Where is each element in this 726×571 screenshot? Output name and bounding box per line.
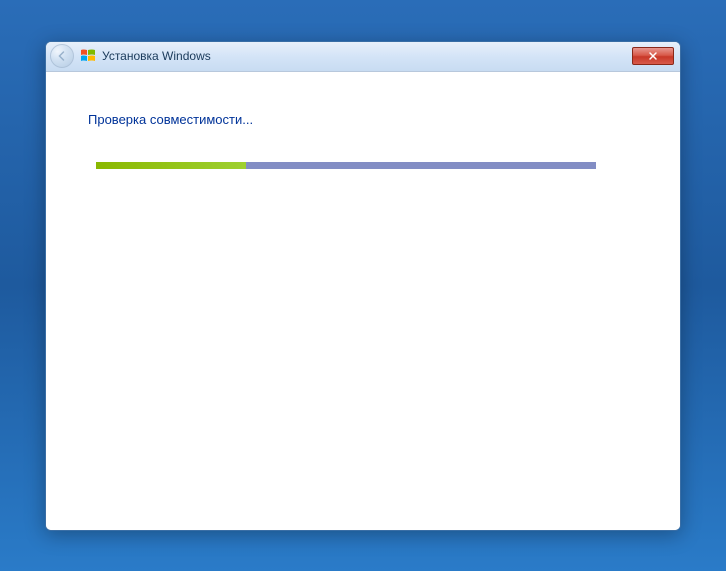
windows-logo-icon (80, 48, 96, 64)
content-area: Проверка совместимости... (46, 72, 680, 530)
progress-bar (96, 162, 596, 169)
close-button[interactable] (632, 47, 674, 65)
titlebar: Установка Windows (46, 42, 680, 72)
status-text: Проверка совместимости... (88, 112, 630, 127)
progress-fill (96, 162, 246, 169)
close-icon (648, 51, 658, 61)
back-arrow-icon (56, 50, 68, 62)
back-button[interactable] (50, 44, 74, 68)
window-title: Установка Windows (102, 49, 632, 63)
installer-window: Установка Windows Проверка совместимости… (45, 41, 681, 531)
